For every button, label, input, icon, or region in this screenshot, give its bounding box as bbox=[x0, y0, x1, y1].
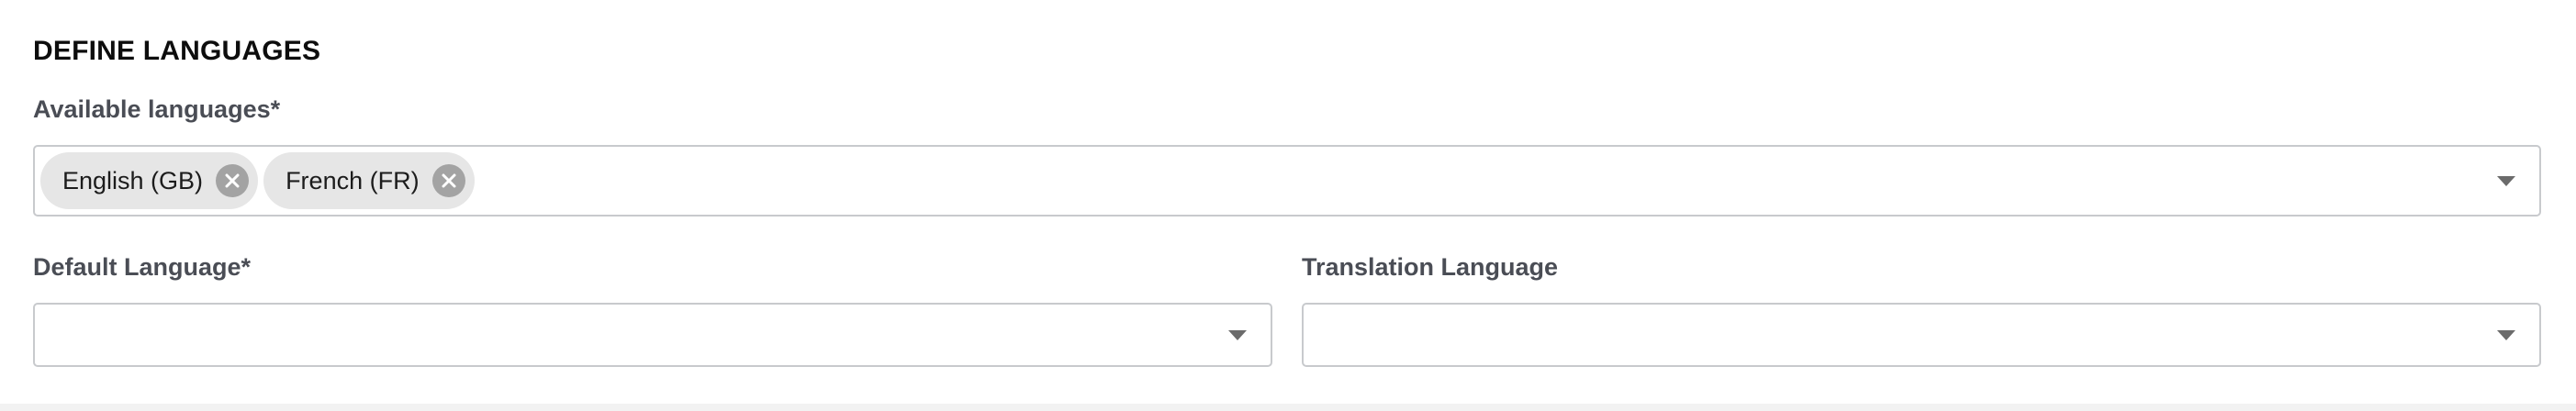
section-title: DEFINE LANGUAGES bbox=[33, 36, 321, 66]
divider bbox=[0, 404, 2576, 411]
translation-language-label: Translation Language bbox=[1302, 253, 1559, 281]
close-circle-icon[interactable] bbox=[216, 164, 250, 197]
caret-down-icon[interactable] bbox=[1228, 330, 1247, 340]
selected-language-chips: English (GB) French (FR) bbox=[40, 147, 475, 215]
available-languages-label: Available languages* bbox=[33, 95, 281, 123]
translation-language-select[interactable] bbox=[1302, 303, 2541, 367]
available-languages-select[interactable]: English (GB) French (FR) bbox=[33, 145, 2541, 217]
chip-label: English (GB) bbox=[62, 167, 204, 194]
language-chip-english-gb: English (GB) bbox=[40, 152, 259, 209]
chip-label: French (FR) bbox=[286, 167, 420, 194]
default-language-label: Default Language* bbox=[33, 253, 252, 281]
language-chip-french-fr: French (FR) bbox=[263, 152, 475, 209]
define-languages-panel: DEFINE LANGUAGES Available languages* En… bbox=[0, 0, 2576, 411]
close-circle-icon[interactable] bbox=[431, 164, 465, 197]
caret-down-icon[interactable] bbox=[2497, 330, 2515, 340]
caret-down-icon[interactable] bbox=[2497, 176, 2515, 186]
default-language-select[interactable] bbox=[33, 303, 1272, 367]
